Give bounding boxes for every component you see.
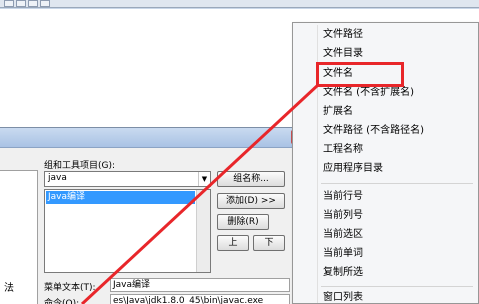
annotation-arrow [80, 83, 320, 304]
